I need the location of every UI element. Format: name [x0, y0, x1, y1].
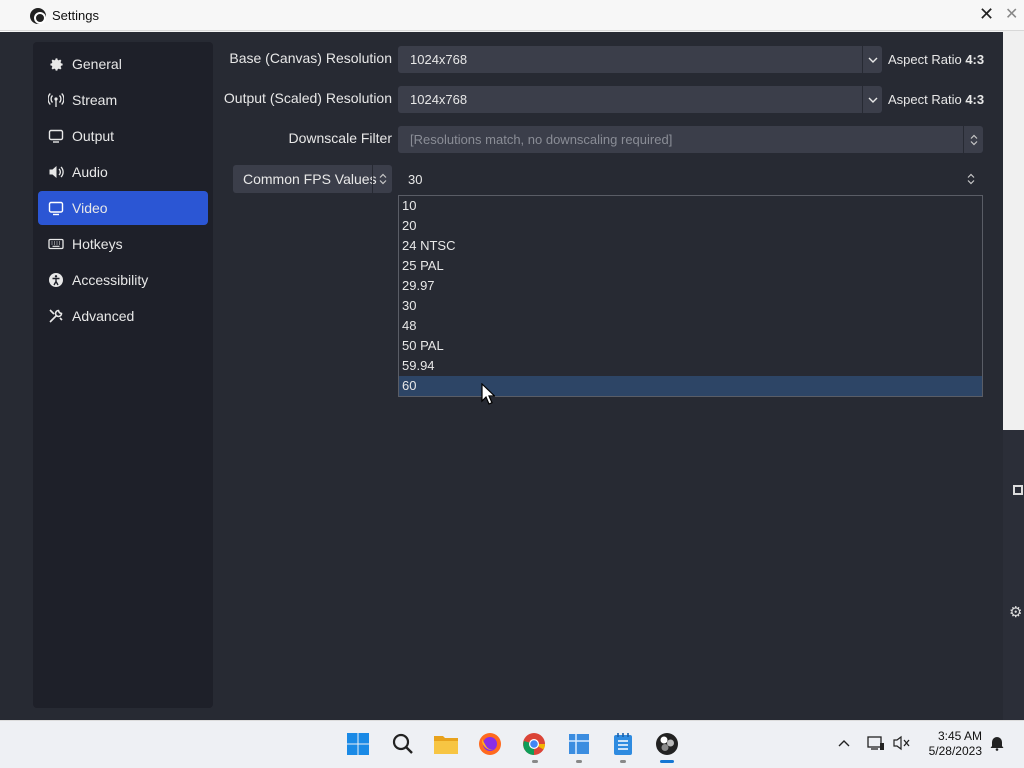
- settings-titlebar[interactable]: Settings ✕ ✕: [0, 0, 1024, 31]
- background-gear-icon: ⚙: [1009, 604, 1023, 621]
- updown-arrows-icon[interactable]: [963, 126, 983, 153]
- fps-option-50-pal[interactable]: 50 PAL: [399, 336, 982, 356]
- updown-arrows-icon[interactable]: [372, 165, 392, 193]
- close-icon[interactable]: ✕: [979, 4, 994, 25]
- monitor-icon: [48, 200, 64, 216]
- sidebar-item-label: Video: [72, 200, 108, 216]
- sidebar-item-output[interactable]: Output: [38, 119, 208, 153]
- downscale-filter-label: Downscale Filter: [288, 130, 392, 146]
- chevron-up-icon[interactable]: [838, 734, 850, 750]
- chevron-down-icon[interactable]: [862, 86, 882, 113]
- taskbar-clock[interactable]: 3:45 AM 5/28/2023: [918, 729, 982, 759]
- sidebar-item-advanced[interactable]: Advanced: [38, 299, 208, 333]
- background-close-icon[interactable]: ✕: [1005, 4, 1018, 24]
- sidebar-item-label: Advanced: [72, 308, 135, 324]
- chevron-down-icon[interactable]: [862, 46, 882, 73]
- sidebar-item-label: Accessibility: [72, 272, 149, 288]
- chrome-running-indicator: [532, 760, 538, 763]
- fps-option-10[interactable]: 10: [399, 196, 982, 216]
- obs-taskbar-icon[interactable]: [654, 731, 680, 757]
- monitor-output-icon: [48, 128, 64, 144]
- background-window-right-top: [1003, 30, 1024, 430]
- fps-option-48[interactable]: 48: [399, 316, 982, 336]
- sidebar-item-general[interactable]: General: [38, 47, 208, 81]
- fps-option-30[interactable]: 30: [399, 296, 982, 316]
- notepad-icon[interactable]: [610, 731, 636, 757]
- fps-option-24-ntsc[interactable]: 24 NTSC: [399, 236, 982, 256]
- base-aspect-value: 4:3: [965, 52, 985, 67]
- notepad-running-indicator: [620, 760, 626, 763]
- windows-start-icon[interactable]: [345, 731, 371, 757]
- network-icon[interactable]: [867, 735, 885, 754]
- keyboard-icon: [48, 236, 64, 252]
- fps-option-25-pal[interactable]: 25 PAL: [399, 256, 982, 276]
- sidebar-item-stream[interactable]: Stream: [38, 83, 208, 117]
- output-aspect-prefix: Aspect Ratio: [888, 92, 962, 107]
- downscale-filter-combo[interactable]: [Resolutions match, no downscaling requi…: [398, 126, 983, 153]
- downscale-filter-value: [Resolutions match, no downscaling requi…: [410, 132, 673, 147]
- fps-dropdown-list[interactable]: 10 20 24 NTSC 25 PAL 29.97 30 48 50 PAL …: [398, 195, 983, 397]
- volume-muted-icon[interactable]: [893, 735, 911, 754]
- taskbar-date: 5/28/2023: [928, 744, 982, 758]
- fps-option-20[interactable]: 20: [399, 216, 982, 236]
- base-resolution-label: Base (Canvas) Resolution: [229, 50, 392, 66]
- search-icon[interactable]: [390, 731, 416, 757]
- chrome-icon[interactable]: [521, 731, 547, 757]
- fps-option-29-97[interactable]: 29.97: [399, 276, 982, 296]
- app-window-icon[interactable]: [566, 731, 592, 757]
- sidebar-item-audio[interactable]: Audio: [38, 155, 208, 189]
- base-resolution-value: 1024x768: [410, 52, 468, 67]
- fps-type-value: Common FPS Values: [243, 171, 377, 187]
- notification-icon[interactable]: [989, 735, 1005, 754]
- sidebar-item-label: Stream: [72, 92, 118, 108]
- sidebar-item-label: General: [72, 56, 122, 72]
- obs-running-indicator: [660, 760, 674, 763]
- fps-option-59-94[interactable]: 59.94: [399, 356, 982, 376]
- fps-value: 30: [408, 171, 423, 187]
- sidebar-item-video[interactable]: Video: [38, 191, 208, 225]
- taskbar: [0, 720, 1024, 768]
- file-explorer-icon[interactable]: [433, 731, 459, 757]
- output-resolution-value: 1024x768: [410, 92, 468, 107]
- sidebar-item-label: Audio: [72, 164, 108, 180]
- taskbar-time: 3:45 AM: [937, 729, 982, 743]
- firefox-icon[interactable]: [477, 731, 503, 757]
- fps-type-combo[interactable]: Common FPS Values: [233, 165, 392, 193]
- output-resolution-combo[interactable]: 1024x768: [398, 86, 882, 113]
- fps-value-combo[interactable]: 30: [398, 165, 983, 193]
- wrench-icon: [48, 308, 64, 324]
- output-aspect-ratio: Aspect Ratio 4:3: [888, 92, 984, 107]
- sidebar-item-hotkeys[interactable]: Hotkeys: [38, 227, 208, 261]
- accessibility-icon: [48, 272, 64, 288]
- base-aspect-ratio: Aspect Ratio 4:3: [888, 52, 984, 67]
- settings-sidebar: General Stream Output Audio Video Hotkey…: [33, 42, 213, 708]
- antenna-icon: [48, 92, 64, 108]
- output-aspect-value: 4:3: [965, 92, 985, 107]
- background-square-icon: [1013, 485, 1023, 495]
- output-resolution-label: Output (Scaled) Resolution: [223, 90, 392, 106]
- window-title: Settings: [52, 8, 99, 23]
- sidebar-item-accessibility[interactable]: Accessibility: [38, 263, 208, 297]
- mouse-cursor-icon: [481, 383, 495, 405]
- app-running-indicator: [576, 760, 582, 763]
- base-aspect-prefix: Aspect Ratio: [888, 52, 962, 67]
- updown-arrows-icon[interactable]: [961, 165, 981, 193]
- sidebar-item-label: Output: [72, 128, 115, 144]
- obs-logo-icon: [30, 8, 46, 24]
- gear-icon: [48, 56, 64, 72]
- base-resolution-combo[interactable]: 1024x768: [398, 46, 882, 73]
- sidebar-item-label: Hotkeys: [72, 236, 123, 252]
- speaker-icon: [48, 164, 64, 180]
